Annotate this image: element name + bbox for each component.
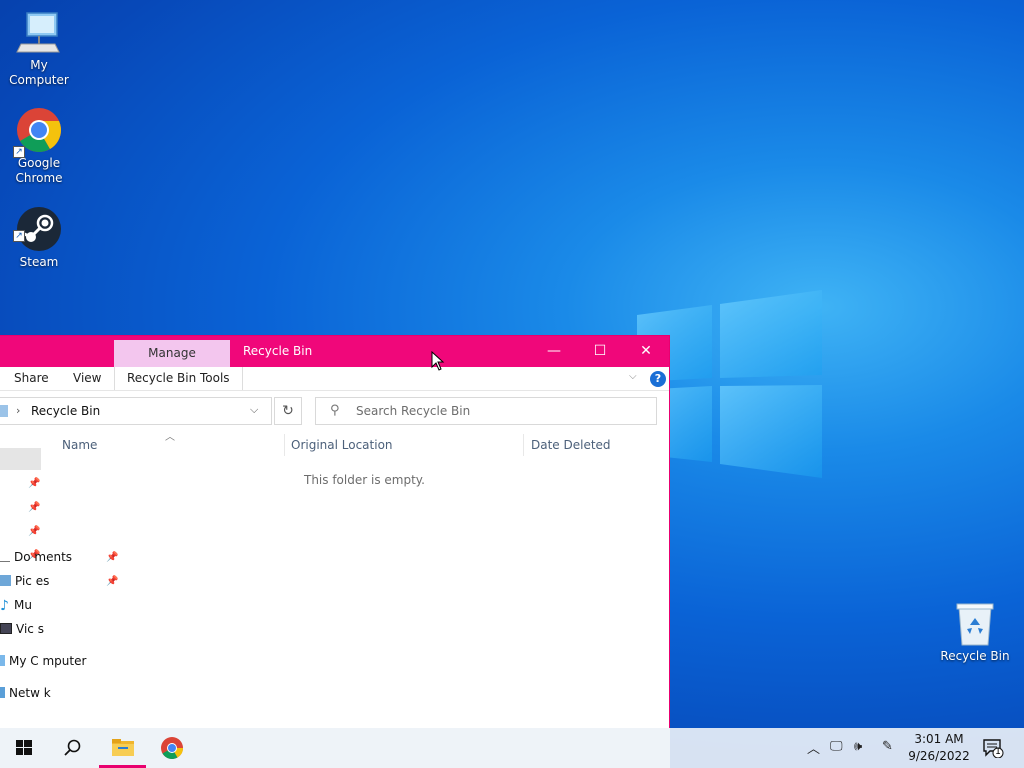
pictures-icon <box>0 575 11 586</box>
column-header-date-deleted[interactable]: Date Deleted <box>531 438 611 452</box>
maximize-button[interactable]: ☐ <box>577 336 623 366</box>
tab-view[interactable]: View <box>73 367 101 390</box>
tab-share[interactable]: Share <box>14 367 49 390</box>
pin-icon: 📌 <box>28 478 41 489</box>
address-bar[interactable]: › Recycle Bin ⌵ <box>0 397 272 425</box>
desktop-icon-recycle-bin[interactable]: Recycle Bin <box>935 601 1015 664</box>
nav-item-my-computer[interactable]: My C mputer <box>0 654 86 668</box>
start-button[interactable] <box>0 728 48 768</box>
nav-item-label: My C mputer <box>9 654 87 668</box>
taskbar-search-button[interactable] <box>48 728 96 768</box>
nav-item-label: Vic s <box>16 622 44 636</box>
desktop-icon-steam[interactable]: ↗ Steam <box>0 205 79 270</box>
taskbar: ︿ 🖵 🕪 ✎ 3:01 AM 9/26/2022 1 <box>0 728 1024 768</box>
taskbar-file-explorer[interactable] <box>99 728 147 768</box>
breadcrumb-recycle-bin[interactable]: Recycle Bin <box>31 404 100 418</box>
videos-icon <box>0 623 12 634</box>
nav-item-music[interactable]: ♪ Mu <box>0 598 32 614</box>
breadcrumb-chevron-icon[interactable]: › <box>16 404 20 417</box>
action-center-button[interactable]: 1 <box>982 738 1004 759</box>
desktop-icon-label: My Computer <box>9 58 69 87</box>
computer-icon <box>0 655 5 666</box>
ribbon-tabs: Share View Recycle Bin Tools ⌵ ? <box>0 367 669 391</box>
pin-icon: 📌 <box>106 576 119 587</box>
steam-icon <box>17 207 61 251</box>
column-divider[interactable] <box>523 434 524 456</box>
nav-item-documents[interactable]: Do ments <box>0 550 72 564</box>
mouse-cursor-icon <box>431 351 445 371</box>
navigation-pane: 📌 📌 📌 📌 📌 📌 Do ments Pic es ♪ Mu Vic s My… <box>0 432 120 730</box>
shortcut-arrow-icon: ↗ <box>13 146 25 158</box>
clock-time[interactable]: 3:01 AM <box>910 732 968 746</box>
show-hidden-icons-chevron-icon[interactable]: ︿ <box>807 738 820 757</box>
nav-item-label: Mu <box>14 598 32 612</box>
window-title: Recycle Bin <box>243 344 313 358</box>
minimize-button[interactable]: — <box>531 336 577 366</box>
help-button[interactable]: ? <box>650 371 666 387</box>
documents-icon <box>0 551 10 562</box>
search-icon: ⚲ <box>330 403 340 418</box>
refresh-button[interactable]: ↻ <box>274 397 302 425</box>
pin-icon: 📌 <box>106 552 119 563</box>
network-status-icon[interactable]: 🖵 <box>830 739 843 754</box>
nav-item-videos[interactable]: Vic s <box>0 622 44 636</box>
expand-ribbon-chevron-icon[interactable]: ⌵ <box>629 371 641 385</box>
pin-icon: 📌 <box>28 526 41 537</box>
column-divider[interactable] <box>284 434 285 456</box>
manage-tab[interactable]: Manage <box>114 340 230 367</box>
search-icon <box>64 739 81 756</box>
pen-icon[interactable]: ✎ <box>882 739 893 754</box>
folder-icon <box>112 739 134 756</box>
column-header-original-location[interactable]: Original Location <box>291 438 393 452</box>
recycle-bin-small-icon <box>0 405 8 417</box>
nav-item-network[interactable]: Netw k <box>0 686 51 700</box>
windows-logo-icon <box>16 740 32 755</box>
nav-item-label: Pic es <box>15 574 50 588</box>
notification-count-badge: 1 <box>995 747 1001 757</box>
pin-icon: 📌 <box>28 502 41 513</box>
monitor-icon <box>16 12 60 53</box>
empty-folder-message: This folder is empty. <box>304 473 425 487</box>
clock-date[interactable]: 9/26/2022 <box>908 749 970 763</box>
network-icon <box>0 687 5 698</box>
close-button[interactable]: ✕ <box>623 336 669 366</box>
chrome-icon <box>161 737 183 759</box>
sort-ascending-icon: ︿ <box>165 432 175 443</box>
tab-recycle-bin-tools[interactable]: Recycle Bin Tools <box>114 367 243 390</box>
shortcut-arrow-icon: ↗ <box>13 230 25 242</box>
desktop-icon-label: Steam <box>19 255 59 269</box>
desktop-icon-my-computer[interactable]: My Computer <box>0 8 79 88</box>
title-bar[interactable]: Manage Recycle Bin — ☐ ✕ <box>0 336 669 367</box>
column-header-name[interactable]: Name <box>62 438 97 452</box>
desktop-icon-google-chrome[interactable]: ↗ Google Chrome <box>0 106 79 186</box>
search-placeholder: Search Recycle Bin <box>356 404 471 418</box>
desktop-icon-label: Google Chrome <box>15 156 63 185</box>
nav-item-label: Do ments <box>14 550 73 564</box>
desktop-icon-label: Recycle Bin <box>940 649 1010 663</box>
file-explorer-window[interactable]: Manage Recycle Bin — ☐ ✕ Share View Recy… <box>0 335 670 729</box>
volume-icon[interactable]: 🕪 <box>854 739 862 754</box>
music-note-icon: ♪ <box>0 598 9 614</box>
taskbar-chrome[interactable] <box>148 728 196 768</box>
address-dropdown-icon[interactable]: ⌵ <box>250 403 258 417</box>
search-input[interactable]: ⚲ Search Recycle Bin <box>315 397 657 425</box>
nav-selected-item[interactable] <box>0 448 41 470</box>
nav-item-pictures[interactable]: Pic es <box>0 574 49 588</box>
recycle-bin-icon <box>956 603 994 646</box>
nav-item-label: Netw k <box>9 686 51 700</box>
